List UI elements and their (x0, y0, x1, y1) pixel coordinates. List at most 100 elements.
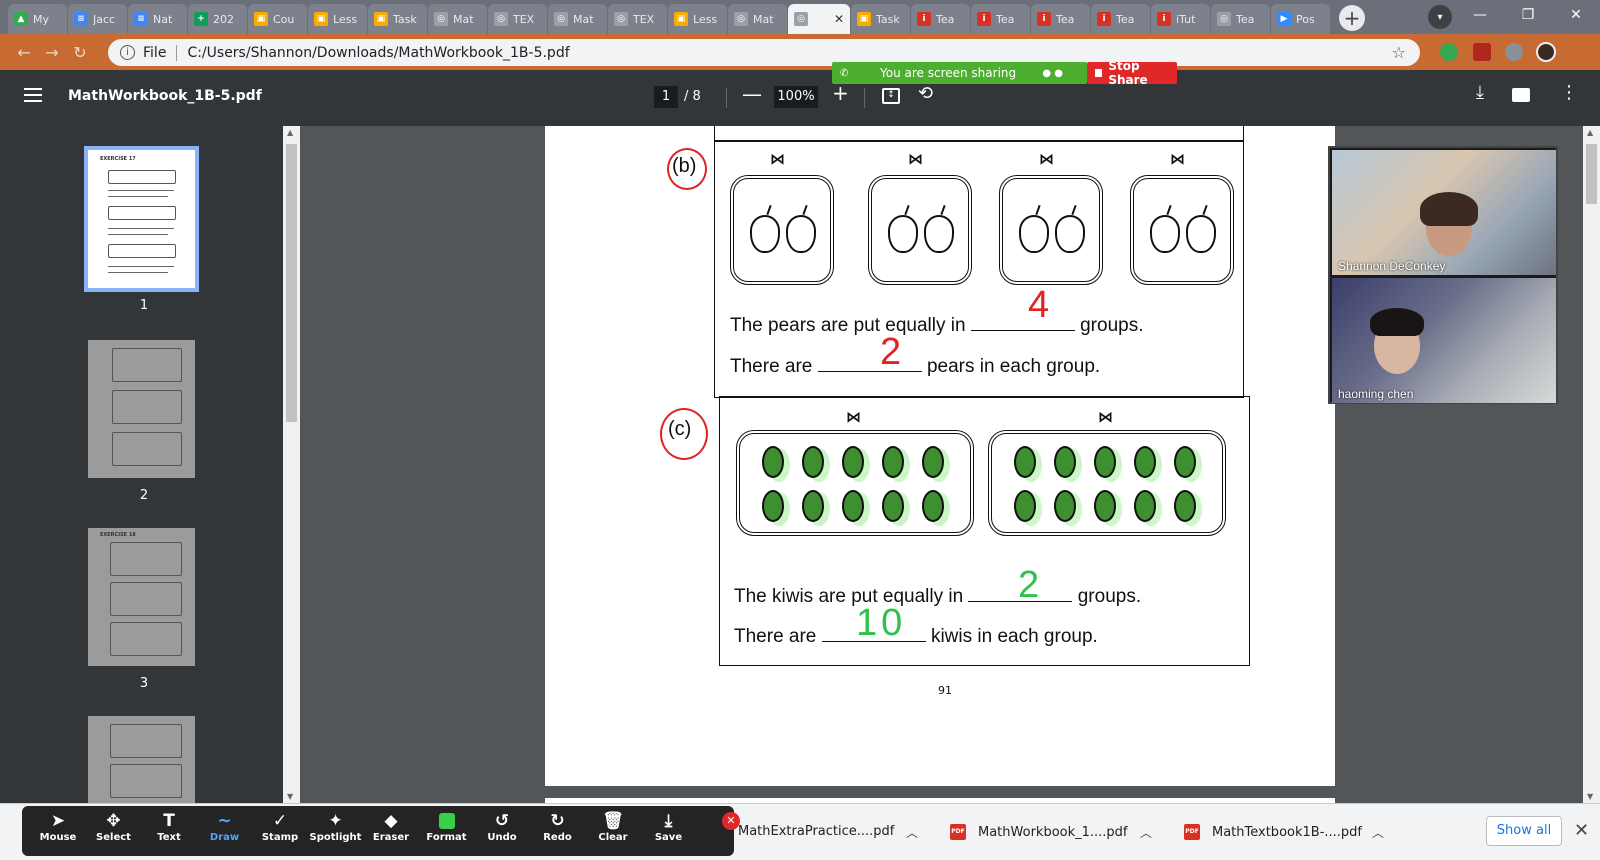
browser-tab[interactable]: ▣ Cou (248, 4, 307, 34)
annotate-spotlight-button[interactable]: ✦ Spotlight (308, 810, 364, 843)
print-icon[interactable] (1512, 88, 1530, 102)
screen-sharing-banner[interactable]: ✆ You are screen sharing ● ● (832, 62, 1087, 84)
annotate-eraser-button[interactable]: ◆ Eraser (363, 810, 419, 843)
site-info-icon[interactable]: i (120, 45, 135, 60)
chevron-up-icon[interactable]: ︿ (1372, 824, 1384, 841)
zoom-in-icon[interactable]: + (832, 81, 849, 105)
forward-icon[interactable]: → (38, 43, 66, 62)
download-item-1[interactable]: MathExtraPractice....pdf (738, 824, 894, 839)
page-thumbnail-3[interactable]: EXERCISE 18 (88, 528, 195, 666)
new-tab-button[interactable]: + (1339, 5, 1365, 31)
eraser-icon: ◆ (384, 811, 398, 831)
scroll-up-icon[interactable]: ▲ (287, 128, 293, 137)
annotate-mouse-button[interactable]: ➤ Mouse (30, 810, 86, 843)
itutor-icon: i (1157, 12, 1171, 26)
reload-icon[interactable]: ↻ (66, 43, 94, 62)
annotate-redo-button[interactable]: ↻ Redo (530, 810, 586, 843)
browser-tab[interactable]: ◎ Tea (1211, 4, 1270, 34)
window-close-icon[interactable]: ✕ (1552, 0, 1600, 30)
handwritten-answer: 2 (1018, 564, 1040, 606)
chevron-up-icon[interactable]: ︿ (906, 824, 918, 841)
download-filename: MathWorkbook_1....pdf (978, 824, 1128, 840)
page-number-input[interactable]: 1 (654, 86, 678, 108)
scroll-down-icon[interactable]: ▼ (1587, 792, 1593, 801)
browser-tab[interactable]: ≡ Nat (128, 4, 187, 34)
back-icon[interactable]: ← (10, 43, 38, 62)
sentence-text: kiwis in each group. (930, 626, 1098, 647)
browser-tab[interactable]: ▶ Pos (1271, 4, 1330, 34)
annotate-clear-button[interactable]: 🗑 Clear (585, 810, 641, 843)
browser-tab[interactable]: +202 (188, 4, 247, 34)
annotate-undo-button[interactable]: ↺ Undo (474, 810, 530, 843)
annotate-text-button[interactable]: T Text (141, 810, 197, 843)
browser-tab[interactable]: ▣ Less (308, 4, 367, 34)
bookmark-star-icon[interactable]: ☆ (1392, 43, 1406, 62)
scroll-up-icon[interactable]: ▲ (1587, 128, 1593, 137)
page-thumbnail-4[interactable] (88, 716, 195, 803)
browser-tab[interactable]: ◎ Mat (728, 4, 787, 34)
sentence-pears-each: There are pears in each group. (730, 356, 1100, 378)
browser-tab[interactable]: ▣ Task (368, 4, 427, 34)
browser-tab[interactable]: ◎ ✕ (788, 4, 850, 34)
annotate-select-button[interactable]: ✥ Select (86, 810, 142, 843)
extension-green-icon[interactable] (1440, 43, 1458, 61)
tab-label: Tea (1056, 12, 1075, 26)
pear-stem (1166, 204, 1172, 216)
video-tile-shannon[interactable]: Shannon DeConkey (1332, 150, 1556, 275)
sidebar-scroll-thumb[interactable] (286, 144, 297, 422)
zoom-input[interactable]: 100% (774, 86, 818, 108)
zoom-out-icon[interactable]: — (742, 82, 762, 106)
browser-tab[interactable]: i Tea (911, 4, 970, 34)
browser-tab[interactable]: i Tea (1091, 4, 1150, 34)
extension-ublock-icon[interactable] (1473, 43, 1491, 61)
page-thumbnail-2[interactable] (88, 340, 195, 478)
download-icon[interactable]: ⤓ (1476, 82, 1484, 103)
browser-tab[interactable]: ▲ My (8, 4, 67, 34)
browser-tab[interactable]: ▣ Task (851, 4, 910, 34)
browser-tab[interactable]: ≡ Jacc (68, 4, 127, 34)
download-item-2[interactable]: PDF MathWorkbook_1....pdf (950, 824, 1128, 840)
answer-blank (817, 371, 922, 372)
annotate-save-button[interactable]: ⤓ Save (641, 810, 697, 843)
browser-tab[interactable]: ◎ TEX (488, 4, 547, 34)
pear-stem (1202, 204, 1208, 216)
browser-tab[interactable]: ◎ Mat (548, 4, 607, 34)
video-tile-haoming[interactable]: haoming chen (1332, 278, 1556, 403)
minimize-icon[interactable]: — (1456, 0, 1504, 30)
tool-label: Stamp (261, 832, 299, 843)
annotate-draw-button[interactable]: ∼ Draw (197, 810, 253, 843)
browser-tab[interactable]: i iTut (1151, 4, 1210, 34)
viewer-scroll-thumb[interactable] (1586, 144, 1597, 204)
close-annotation-icon[interactable]: ✕ (722, 812, 740, 830)
restore-icon[interactable]: ❐ (1504, 0, 1552, 30)
sharing-status-text: You are screen sharing (880, 66, 1017, 80)
more-options-icon[interactable]: ⋮ (1560, 82, 1578, 103)
url-input[interactable]: i File C:/Users/Shannon/Downloads/MathWo… (108, 39, 1420, 66)
show-all-button[interactable]: Show all (1486, 816, 1562, 846)
sidebar-scrollbar[interactable]: ▲ ▼ (283, 126, 300, 803)
annotate-stamp-button[interactable]: ✓ Stamp (252, 810, 308, 843)
page-thumbnail-1[interactable]: EXERCISE 17 (84, 146, 199, 292)
menu-icon[interactable] (24, 88, 42, 102)
browser-tab[interactable]: ▣ Less (668, 4, 727, 34)
browser-tab[interactable]: i Tea (1031, 4, 1090, 34)
scroll-down-icon[interactable]: ▼ (287, 792, 293, 801)
close-downloads-icon[interactable]: ✕ (1574, 820, 1589, 841)
rotate-icon[interactable]: ⟲ (918, 83, 933, 104)
chevron-up-icon[interactable]: ︿ (1140, 824, 1152, 841)
mini-figure (108, 170, 176, 184)
fit-page-icon[interactable]: ↕ (882, 88, 900, 104)
browser-tab[interactable]: ◎ TEX (608, 4, 667, 34)
annotate-format-button[interactable]: Format (419, 810, 475, 843)
browser-tab[interactable]: i Tea (971, 4, 1030, 34)
tab-search-icon[interactable]: ▾ (1428, 5, 1452, 29)
video-panel: Shannon DeConkey haoming chen (1328, 146, 1558, 404)
profile-avatar[interactable] (1536, 42, 1556, 62)
tab-label: Less (333, 12, 358, 26)
stop-share-button[interactable]: Stop Share (1087, 59, 1177, 87)
download-item-3[interactable]: PDF MathTextbook1B-....pdf (1184, 824, 1362, 840)
browser-tab[interactable]: ◎ Mat (428, 4, 487, 34)
viewer-scrollbar[interactable]: ▲ ▼ (1583, 126, 1600, 803)
extensions-puzzle-icon[interactable] (1505, 43, 1523, 61)
tab-close-icon[interactable]: ✕ (834, 12, 844, 26)
